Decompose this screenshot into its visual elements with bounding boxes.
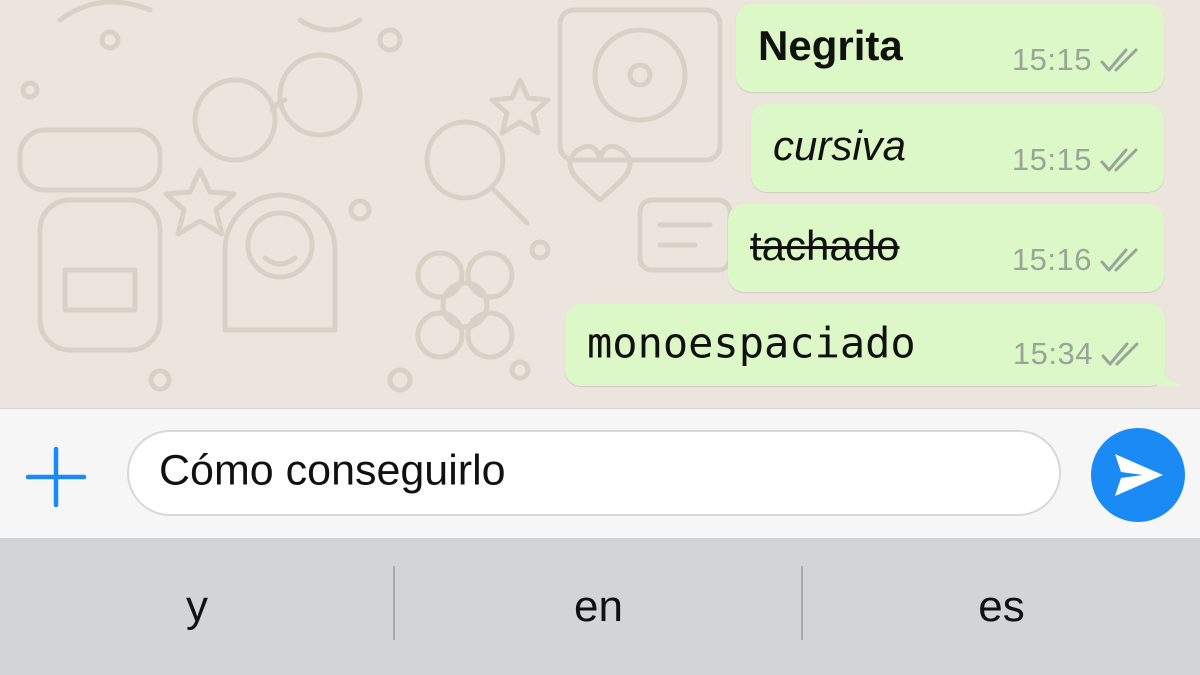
message-input-value: Cómo conseguirlo bbox=[159, 446, 506, 495]
suggestion-item[interactable]: es bbox=[803, 538, 1200, 675]
message-input-bar: Cómo conseguirlo bbox=[0, 408, 1200, 539]
double-check-icon bbox=[1100, 248, 1138, 272]
message-bubble[interactable]: cursiva 15:15 bbox=[751, 104, 1164, 192]
message-input[interactable]: Cómo conseguirlo bbox=[127, 430, 1061, 516]
message-meta: 15:15 bbox=[1012, 42, 1144, 78]
double-check-icon bbox=[1100, 148, 1138, 172]
suggestion-item[interactable]: en bbox=[395, 538, 802, 675]
bubble-tail bbox=[1157, 356, 1185, 386]
message-meta: 15:16 bbox=[1012, 242, 1144, 278]
message-time: 15:15 bbox=[1011, 142, 1092, 177]
message-bubble[interactable]: tachado 15:16 bbox=[728, 204, 1164, 292]
double-check-icon bbox=[1101, 342, 1139, 366]
message-text: Negrita bbox=[758, 22, 903, 70]
double-check-icon bbox=[1100, 48, 1138, 72]
attach-button[interactable] bbox=[24, 445, 88, 509]
message-time: 15:15 bbox=[1011, 42, 1092, 77]
keyboard-suggestion-bar: y en es bbox=[0, 538, 1200, 675]
chat-area: Negrita 15:15 cursiva 15:15 tachado 15:1… bbox=[0, 0, 1200, 408]
message-text: cursiva bbox=[773, 122, 907, 170]
paper-plane-icon bbox=[1115, 454, 1163, 496]
message-bubble[interactable]: monoespaciado 15:34 bbox=[565, 304, 1185, 386]
message-meta: 15:15 bbox=[1012, 142, 1144, 178]
message-time: 15:34 bbox=[1012, 336, 1093, 371]
send-button[interactable] bbox=[1091, 428, 1185, 522]
suggestion-item[interactable]: y bbox=[0, 538, 394, 675]
message-text: monoespaciado bbox=[587, 318, 916, 368]
message-meta: 15:34 bbox=[1013, 336, 1145, 372]
message-bubble[interactable]: Negrita 15:15 bbox=[736, 4, 1164, 92]
message-time: 15:16 bbox=[1011, 242, 1092, 277]
plus-icon bbox=[25, 446, 87, 508]
message-text: tachado bbox=[750, 222, 900, 270]
